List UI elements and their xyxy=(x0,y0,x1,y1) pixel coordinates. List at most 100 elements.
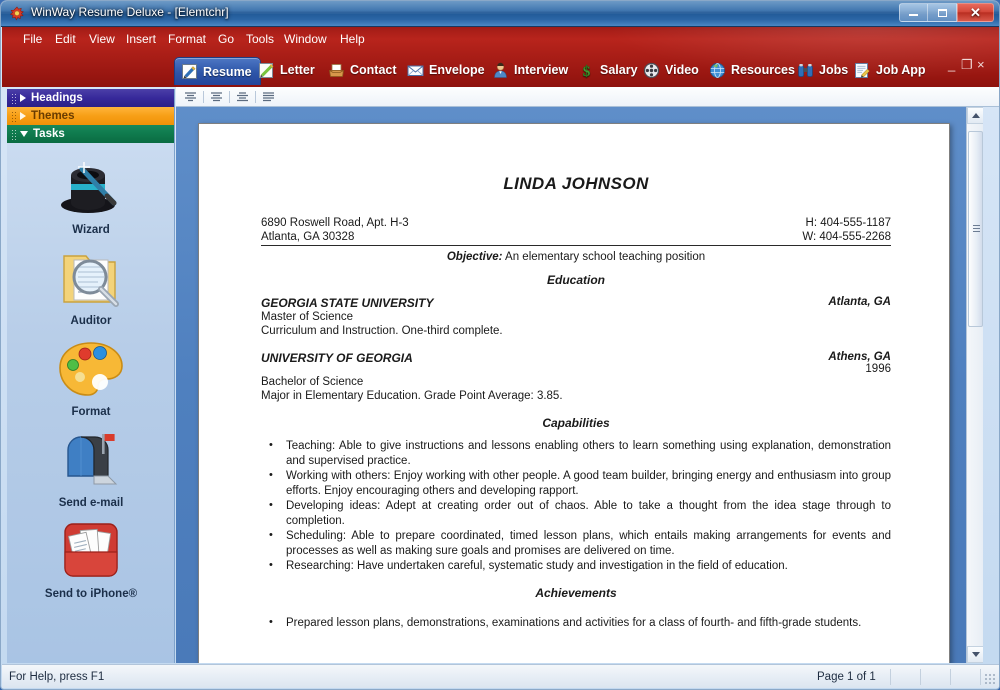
education-degree: Master of Science xyxy=(261,310,891,324)
list-item: Working with others: Enjoy working with … xyxy=(261,469,891,498)
status-cell xyxy=(920,669,921,685)
resume-objective-text: An elementary school teaching position xyxy=(505,251,705,263)
magnifier-folder-icon xyxy=(54,240,128,314)
tab-resume[interactable]: Resume xyxy=(174,57,261,85)
sidebar-panel-tasks-label: Tasks xyxy=(33,128,65,140)
drag-grip-icon xyxy=(11,93,17,104)
menu-tools[interactable]: Tools xyxy=(241,31,279,47)
education-entry: UNIVERSITY OF GEORGIA Athens, GA 1996 Ba… xyxy=(261,351,891,403)
salary-dollar-icon: $ xyxy=(578,62,595,79)
task-item-wizard-label: Wizard xyxy=(72,224,110,236)
tab-letter-label: Letter xyxy=(280,63,315,77)
window-minimize-button[interactable] xyxy=(899,3,928,22)
tab-jobs[interactable]: Jobs xyxy=(791,57,856,83)
task-item-send-email[interactable]: Send e-mail xyxy=(7,422,175,509)
tab-salary[interactable]: $ Salary xyxy=(572,57,646,83)
align-center-icon[interactable] xyxy=(207,88,226,105)
resume-address-line1: 6890 Roswell Road, Apt. H-3 xyxy=(261,216,409,230)
education-degree: Bachelor of Science xyxy=(261,375,891,389)
resume-section-education: Education xyxy=(261,273,891,287)
jobs-binoculars-icon xyxy=(797,62,814,79)
tab-contact[interactable]: Contact xyxy=(322,57,405,83)
task-item-send-to-iphone-label: Send to iPhone® xyxy=(45,588,137,600)
tab-letter[interactable]: Letter xyxy=(252,57,323,83)
resume-phone-home: H: 404-555-1187 xyxy=(802,216,891,230)
sidebar-panel-headings-label: Headings xyxy=(31,92,83,104)
envelope-icon xyxy=(407,62,424,79)
resume-contact-block: 6890 Roswell Road, Apt. H-3 Atlanta, GA … xyxy=(261,216,891,246)
education-entry: GEORGIA STATE UNIVERSITY Atlanta, GA Mas… xyxy=(261,296,891,338)
task-item-auditor-label: Auditor xyxy=(71,315,112,327)
task-item-send-to-iphone[interactable]: Send to iPhone® xyxy=(7,513,175,600)
window-close-button[interactable]: ✕ xyxy=(957,3,994,22)
tab-resources-label: Resources xyxy=(731,63,795,77)
education-location: Atlanta, GA xyxy=(828,296,891,310)
scroll-up-button[interactable] xyxy=(967,107,983,124)
application-window: WinWay Resume Deluxe - [Elemtchr] ✕ File… xyxy=(0,0,1000,690)
resume-name: LINDA JOHNSON xyxy=(261,174,891,194)
status-cell xyxy=(950,669,951,685)
list-item: Scheduling: Able to prepare coordinated,… xyxy=(261,529,891,558)
align-justify-icon[interactable] xyxy=(259,88,278,105)
menu-insert[interactable]: Insert xyxy=(121,31,161,47)
menu-help[interactable]: Help xyxy=(335,31,370,47)
scroll-down-button[interactable] xyxy=(967,646,983,663)
menu-view[interactable]: View xyxy=(84,31,120,47)
menu-and-tab-band: File Edit View Insert Format Go Tools Wi… xyxy=(2,27,1000,87)
toolbar-separator xyxy=(203,91,204,103)
status-cell xyxy=(980,669,981,685)
align-top-icon[interactable] xyxy=(181,88,200,105)
toolbar-separator xyxy=(255,91,256,103)
tab-contact-label: Contact xyxy=(350,63,397,77)
tab-envelope[interactable]: Envelope xyxy=(401,57,493,83)
education-school: GEORGIA STATE UNIVERSITY xyxy=(261,296,433,310)
list-item: Researching: Have undertaken careful, sy… xyxy=(261,559,891,574)
tab-interview[interactable]: Interview xyxy=(486,57,576,83)
resume-objective-label: Objective: xyxy=(447,251,503,263)
contact-box-icon xyxy=(328,62,345,79)
status-bar: For Help, press F1 Page 1 of 1 xyxy=(2,664,1000,688)
align-middle-icon[interactable] xyxy=(233,88,252,105)
interview-person-icon xyxy=(492,62,509,79)
menu-go[interactable]: Go xyxy=(213,31,239,47)
sidebar-panel-headings[interactable]: Headings xyxy=(7,89,174,107)
resume-page[interactable]: LINDA JOHNSON 6890 Roswell Road, Apt. H-… xyxy=(198,123,950,663)
achievements-list: Prepared lesson plans, demonstrations, e… xyxy=(261,616,891,631)
tab-job-app[interactable]: Job App xyxy=(848,57,934,83)
minimize-icon xyxy=(909,14,918,16)
tab-resources[interactable]: Resources xyxy=(703,57,803,83)
chevron-right-icon xyxy=(20,94,26,102)
education-detail: Curriculum and Instruction. One-third co… xyxy=(261,324,891,338)
tab-video-label: Video xyxy=(665,63,699,77)
scrollbar-thumb[interactable] xyxy=(968,131,983,327)
toolbar-separator xyxy=(229,91,230,103)
status-help-text: For Help, press F1 xyxy=(9,671,104,683)
task-item-auditor[interactable]: Auditor xyxy=(7,240,175,327)
video-reel-icon xyxy=(643,62,660,79)
sidebar-panel-tasks[interactable]: Tasks xyxy=(7,125,174,143)
sidebar-panel-themes[interactable]: Themes xyxy=(7,107,174,125)
svg-text:$: $ xyxy=(583,64,591,79)
task-item-format[interactable]: Format xyxy=(7,331,175,418)
resize-grip-icon[interactable] xyxy=(984,673,997,686)
sidebar-panel-themes-label: Themes xyxy=(31,110,74,122)
document-vertical-scrollbar[interactable] xyxy=(966,107,983,663)
menu-file[interactable]: File xyxy=(18,31,47,47)
menu-format[interactable]: Format xyxy=(163,31,211,47)
list-item: Developing ideas: Adept at creating orde… xyxy=(261,499,891,528)
resume-pen-icon xyxy=(181,63,198,80)
task-item-wizard[interactable]: Wizard xyxy=(7,149,175,236)
window-maximize-button[interactable] xyxy=(928,3,957,22)
tasks-list: Wizard Auditor xyxy=(7,143,175,663)
drag-grip-icon xyxy=(11,111,17,122)
title-bar: WinWay Resume Deluxe - [Elemtchr] ✕ xyxy=(1,1,1000,27)
menu-edit[interactable]: Edit xyxy=(50,31,81,47)
status-cell xyxy=(890,669,891,685)
tab-video[interactable]: Video xyxy=(637,57,707,83)
scroll-down-icon xyxy=(972,652,980,657)
menu-window[interactable]: Window xyxy=(279,31,332,47)
task-item-format-label: Format xyxy=(72,406,111,418)
education-location: Athens, GA xyxy=(828,351,891,363)
jobapp-form-icon xyxy=(854,62,871,79)
tab-salary-label: Salary xyxy=(600,63,638,77)
